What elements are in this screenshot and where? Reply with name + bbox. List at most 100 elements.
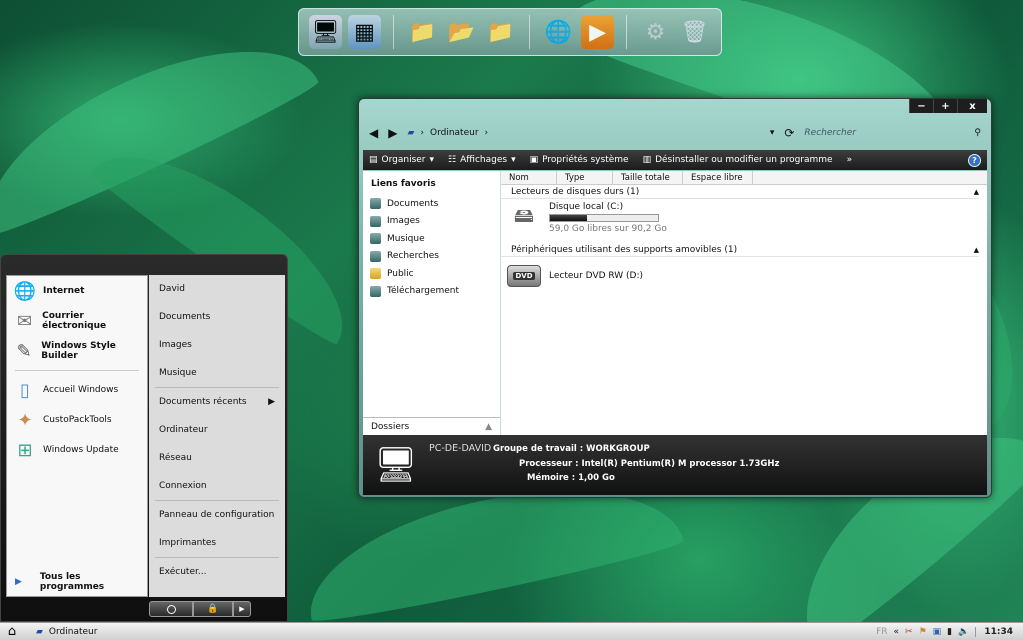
language-indicator[interactable]: FR xyxy=(876,627,887,637)
power-button[interactable] xyxy=(149,601,193,617)
search-input[interactable]: Rechercher xyxy=(804,128,964,138)
chevron-down-icon: ▾ xyxy=(429,155,435,165)
recent-windows-update[interactable]: ⊞ Windows Update xyxy=(7,435,147,465)
forward-icon[interactable]: ▶ xyxy=(388,126,397,140)
more-commands-button[interactable]: » xyxy=(847,155,853,165)
group-header-hard-drives[interactable]: Lecteurs de disques durs (1) ▲ xyxy=(501,185,979,199)
chevron-up-icon: ▲ xyxy=(485,421,492,432)
help-icon[interactable]: ? xyxy=(968,153,981,167)
pinned-style-builder[interactable]: ✎ Windows Style Builder xyxy=(7,336,147,366)
views-button[interactable]: ☷ Affichages ▾ xyxy=(448,155,516,165)
column-nom[interactable]: Nom xyxy=(501,171,557,184)
place-recent-documents[interactable]: Documents récents ▶ xyxy=(149,388,285,416)
drive-d-name: Lecteur DVD RW (D:) xyxy=(549,271,644,281)
fav-musique[interactable]: Musique xyxy=(363,230,500,248)
internet-globe-icon[interactable]: 🌐 xyxy=(542,15,575,49)
group-label: Lecteurs de disques durs (1) xyxy=(511,186,640,197)
tray-expand-icon[interactable]: « xyxy=(894,627,900,637)
breadcrumb-chevron-icon[interactable]: › xyxy=(485,128,489,138)
music-folder-icon[interactable]: 📁 xyxy=(484,15,517,49)
fav-documents[interactable]: Documents xyxy=(363,195,500,213)
address-dropdown-icon[interactable]: ▾ xyxy=(770,128,775,138)
maximize-button[interactable]: + xyxy=(933,99,957,113)
arrow-right-icon: ▶ xyxy=(239,605,245,613)
pinned-internet[interactable]: 🌐 Internet xyxy=(7,276,147,306)
power-options-button[interactable]: ▶ xyxy=(233,601,251,617)
recent-custopack[interactable]: ✦ CustoPackTools xyxy=(7,405,147,435)
collapse-icon[interactable]: ▲ xyxy=(974,188,979,196)
fav-images[interactable]: Images xyxy=(363,213,500,231)
place-control-panel[interactable]: Panneau de configuration xyxy=(149,501,285,529)
taskbar-item-label: Ordinateur xyxy=(48,626,98,637)
fav-recherches[interactable]: Recherches xyxy=(363,248,500,266)
explorer-content: Liens favoris Documents Images Musique R… xyxy=(363,171,987,435)
power-controls: 🔒 ▶ xyxy=(149,601,251,617)
place-documents[interactable]: Documents xyxy=(149,303,285,331)
place-label: Documents récents xyxy=(159,397,247,407)
recent-accueil[interactable]: ▯ Accueil Windows xyxy=(7,375,147,405)
place-reseau[interactable]: Réseau xyxy=(149,444,285,472)
start-separator xyxy=(15,370,139,371)
volume-icon[interactable]: 🔈 xyxy=(958,627,969,637)
place-printers[interactable]: Imprimantes xyxy=(149,529,285,557)
collapse-icon[interactable]: ▲ xyxy=(974,246,979,254)
dvd-badge: DVD xyxy=(513,272,535,280)
taskbar-item-ordinateur[interactable]: ▰ Ordinateur xyxy=(24,627,97,637)
place-connexion[interactable]: Connexion xyxy=(149,472,285,500)
media-player-icon[interactable]: ▶ xyxy=(581,15,615,49)
place-david[interactable]: David xyxy=(149,275,285,303)
quick-launch-dock: 🖥 ▦ 📁 📂 📁 🌐 ▶ ⚙ 🗑 xyxy=(298,8,722,56)
drive-c[interactable]: 🖴 Disque local (C:) 59,0 Go libres sur 9… xyxy=(501,199,987,237)
start-button[interactable]: ⌂ xyxy=(0,623,24,640)
folders-toggle[interactable]: Dossiers ▲ xyxy=(363,417,500,435)
tray-flag-icon[interactable]: ⚑ xyxy=(919,627,927,637)
chevron-down-icon: ▾ xyxy=(511,155,516,165)
minimize-button[interactable]: − xyxy=(909,99,933,113)
recycle-bin-icon[interactable]: 🗑 xyxy=(678,15,711,49)
battery-icon[interactable]: ▮ xyxy=(947,627,952,637)
fav-public[interactable]: Public xyxy=(363,265,500,283)
recent-label: Windows Update xyxy=(43,445,119,455)
column-taille[interactable]: Taille totale xyxy=(613,171,683,184)
windows-update-icon: ⊞ xyxy=(17,439,33,461)
place-run[interactable]: Exécuter... xyxy=(149,558,285,586)
tray-app-icon[interactable]: ✂ xyxy=(905,627,913,637)
details-pane: 🖥 PC-DE-DAVID Groupe de travail : WORKGR… xyxy=(363,435,987,495)
lock-button[interactable]: 🔒 xyxy=(193,601,233,617)
lock-icon: 🔒 xyxy=(207,604,219,614)
place-musique[interactable]: Musique xyxy=(149,359,285,387)
command-toolbar: ▤ Organiser ▾ ☷ Affichages ▾ ▣ Propriétés sys… xyxy=(363,150,987,170)
style-builder-icon: ✎ xyxy=(16,340,32,362)
clock[interactable]: 11:34 xyxy=(975,626,1013,637)
refresh-icon[interactable]: ⟳ xyxy=(784,126,794,140)
drive-d[interactable]: DVD Lecteur DVD RW (D:) xyxy=(501,257,987,295)
organize-button[interactable]: ▤ Organiser ▾ xyxy=(369,155,434,165)
column-type[interactable]: Type xyxy=(557,171,613,184)
views-icon: ☷ xyxy=(448,155,457,165)
group-header-removable[interactable]: Périphériques utilisant des supports amo… xyxy=(501,243,979,257)
start-menu-places: David Documents Images Musique Documents… xyxy=(149,275,285,597)
uninstall-button[interactable]: ▥ Désinstaller ou modifier un programme xyxy=(643,155,833,165)
uninstall-icon: ▥ xyxy=(642,155,652,165)
close-button[interactable]: x xyxy=(957,99,987,113)
pinned-mail[interactable]: ✉ Courrier électronique xyxy=(7,306,147,336)
network-icon[interactable]: ▦ xyxy=(348,15,382,49)
place-ordinateur[interactable]: Ordinateur xyxy=(149,416,285,444)
system-properties-button[interactable]: ▣ Propriétés système xyxy=(530,155,629,165)
column-espace[interactable]: Espace libre xyxy=(683,171,753,184)
place-images[interactable]: Images xyxy=(149,331,285,359)
network-tray-icon[interactable]: ▣ xyxy=(933,627,942,637)
breadcrumb-ordinateur[interactable]: Ordinateur xyxy=(430,128,479,138)
settings-gears-icon[interactable]: ⚙ xyxy=(639,15,672,49)
documents-folder-icon[interactable]: 📁 xyxy=(406,15,439,49)
computer-icon[interactable]: 🖥 xyxy=(309,15,343,49)
column-headers: Nom Type Taille totale Espace libre xyxy=(501,171,987,185)
back-icon[interactable]: ◀ xyxy=(369,126,378,140)
fav-telechargement[interactable]: Téléchargement xyxy=(363,283,500,301)
pictures-folder-icon[interactable]: 📂 xyxy=(445,15,478,49)
address-bar[interactable]: ▰ › Ordinateur › xyxy=(407,128,488,138)
search-icon[interactable]: ⚲ xyxy=(974,128,981,138)
all-programs-button[interactable]: ▶ Tous les programmes xyxy=(7,572,147,592)
organize-label: Organiser xyxy=(381,155,426,165)
views-label: Affichages xyxy=(460,155,508,165)
